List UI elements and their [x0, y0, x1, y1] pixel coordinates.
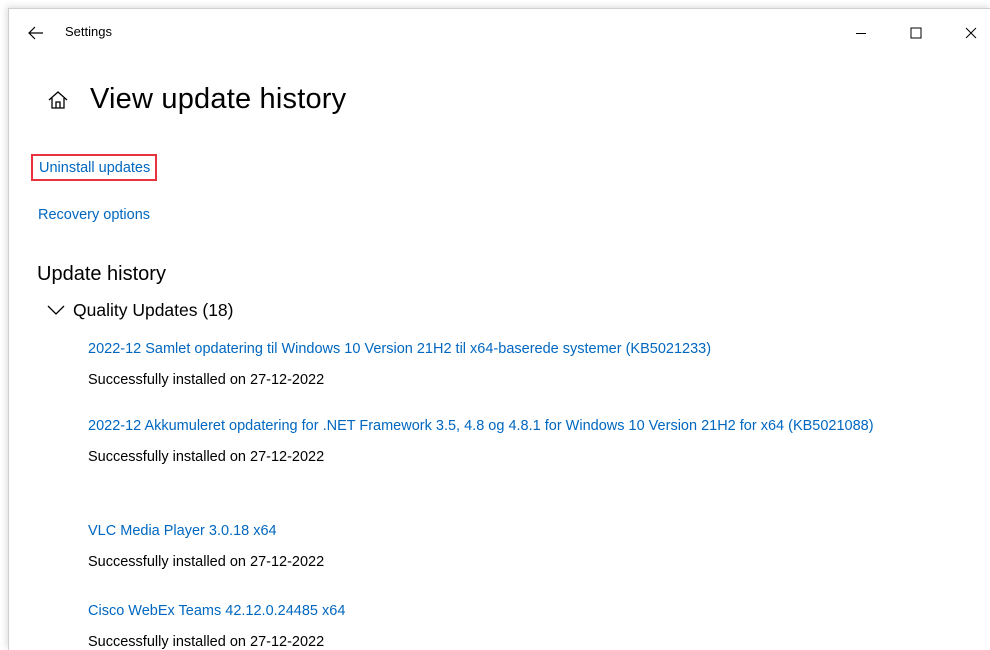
update-status: Successfully installed on 27-12-2022: [88, 449, 325, 465]
list-item: Cisco WebEx Teams 42.12.0.24485 x64 Succ…: [88, 601, 918, 650]
maximize-button[interactable]: [896, 17, 936, 49]
minimize-button[interactable]: [841, 17, 881, 49]
update-status: Successfully installed on 27-12-2022: [88, 634, 325, 650]
page-title: View update history: [90, 83, 347, 115]
quality-updates-group-header[interactable]: Quality Updates (18): [47, 297, 234, 323]
app-title: Settings: [65, 24, 112, 39]
update-history-heading: Update history: [37, 263, 166, 285]
update-list: 2022-12 Samlet opdatering til Windows 10…: [88, 339, 918, 650]
update-status: Successfully installed on 27-12-2022: [88, 554, 325, 570]
quality-updates-label: Quality Updates (18): [73, 299, 234, 320]
chevron-down-icon: [47, 305, 65, 315]
arrow-left-icon: [28, 26, 43, 40]
list-item: VLC Media Player 3.0.18 x64 Successfully…: [88, 521, 918, 601]
update-status: Successfully installed on 27-12-2022: [88, 372, 325, 388]
update-name-link[interactable]: 2022-12 Samlet opdatering til Windows 10…: [88, 339, 918, 359]
uninstall-updates-link[interactable]: Uninstall updates: [31, 154, 158, 181]
update-name-link[interactable]: VLC Media Player 3.0.18 x64: [88, 521, 918, 541]
minimize-icon: [856, 33, 866, 34]
close-icon: [965, 27, 977, 39]
update-name-link[interactable]: 2022-12 Akkumuleret opdatering for .NET …: [88, 416, 918, 436]
maximize-icon: [910, 27, 922, 39]
list-item: 2022-12 Akkumuleret opdatering for .NET …: [88, 416, 918, 521]
list-item: 2022-12 Samlet opdatering til Windows 10…: [88, 339, 918, 416]
home-icon[interactable]: [47, 89, 69, 111]
close-button[interactable]: [951, 17, 990, 49]
title-bar: Settings: [9, 9, 990, 57]
settings-window: Settings View update history Uninstall u…: [8, 8, 990, 650]
back-button[interactable]: [23, 20, 49, 46]
recovery-options-link[interactable]: Recovery options: [38, 207, 150, 223]
update-name-link[interactable]: Cisco WebEx Teams 42.12.0.24485 x64: [88, 601, 918, 621]
